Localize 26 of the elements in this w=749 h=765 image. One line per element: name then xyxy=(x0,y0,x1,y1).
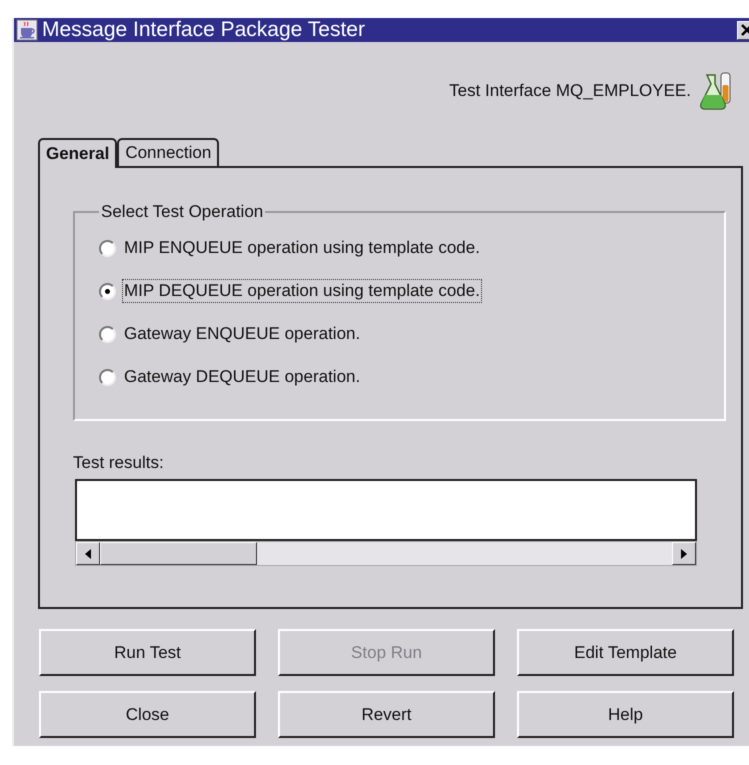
dialog-button[interactable]: Edit Template xyxy=(517,629,734,676)
dialog-button[interactable]: Close xyxy=(39,691,256,738)
dialog-button[interactable]: Run Test xyxy=(39,629,256,676)
results-area[interactable] xyxy=(75,479,697,541)
tab[interactable]: General xyxy=(38,138,118,168)
dialog-button[interactable]: Help xyxy=(517,691,734,738)
scroll-left-button[interactable] xyxy=(76,542,100,565)
scroll-right-button[interactable] xyxy=(672,542,696,565)
scroll-thumb[interactable] xyxy=(100,542,257,565)
radio-button[interactable] xyxy=(99,240,116,256)
radio-button[interactable] xyxy=(99,326,116,342)
right-triangle-icon xyxy=(681,548,687,558)
interface-label: Test Interface MQ_EMPLOYEE. xyxy=(449,81,691,101)
radio-button[interactable] xyxy=(99,282,116,300)
option-label[interactable]: Gateway DEQUEUE operation. xyxy=(122,365,362,389)
option-label[interactable]: Gateway ENQUEUE operation. xyxy=(122,322,362,346)
tab[interactable]: Connection xyxy=(117,138,220,166)
radio-button[interactable] xyxy=(99,368,116,386)
horizontal-scrollbar[interactable] xyxy=(75,541,697,566)
option-label[interactable]: MIP DEQUEUE operation using template code. xyxy=(122,279,482,303)
window-title: Message Interface Package Tester xyxy=(42,18,366,42)
option-label[interactable]: MIP ENQUEUE operation using template code. xyxy=(122,236,482,260)
results-label: Test results: xyxy=(73,453,165,473)
group-title: Select Test Operation xyxy=(100,202,264,222)
left-triangle-icon xyxy=(85,548,91,558)
dialog-button[interactable]: Revert xyxy=(278,691,495,738)
